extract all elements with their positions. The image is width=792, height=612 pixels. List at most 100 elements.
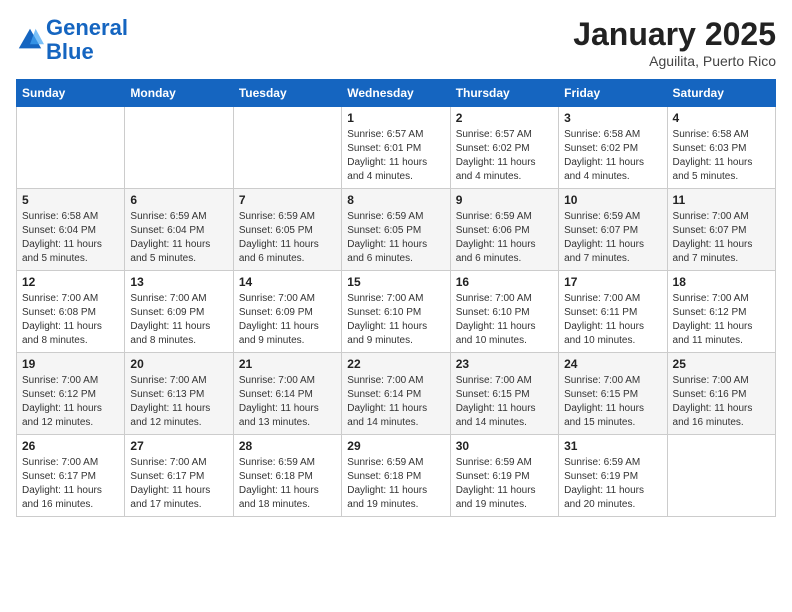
day-number: 20 <box>130 357 227 371</box>
calendar-cell: 14 Sunrise: 7:00 AM Sunset: 6:09 PM Dayli… <box>233 271 341 353</box>
day-info: Sunrise: 7:00 AM Sunset: 6:07 PM Dayligh… <box>673 210 770 266</box>
location-subtitle: Aguilita, Puerto Rico <box>573 53 776 69</box>
calendar-week-row: 19 Sunrise: 7:00 AM Sunset: 6:12 PM Dayli… <box>17 353 776 435</box>
calendar-cell: 18 Sunrise: 7:00 AM Sunset: 6:12 PM Dayli… <box>667 271 775 353</box>
page-header: General Blue January 2025 Aguilita, Puer… <box>16 16 776 69</box>
calendar-cell: 7Sunrise: 6:59 AM Sunset: 6:05 PM Daylig… <box>233 189 341 271</box>
day-info: Sunrise: 7:00 AM Sunset: 6:14 PM Dayligh… <box>239 374 336 430</box>
calendar-cell: 30 Sunrise: 6:59 AM Sunset: 6:19 PM Dayli… <box>450 435 558 517</box>
day-number: 31 <box>564 439 661 453</box>
day-number: 14 <box>239 275 336 289</box>
day-number: 25 <box>673 357 770 371</box>
day-info: Sunrise: 7:00 AM Sunset: 6:13 PM Dayligh… <box>130 374 227 430</box>
day-header-thursday: Thursday <box>450 80 558 107</box>
day-info: Sunrise: 7:00 AM Sunset: 6:10 PM Dayligh… <box>347 292 444 348</box>
day-header-saturday: Saturday <box>667 80 775 107</box>
calendar-cell: 26Sunrise: 7:00 AM Sunset: 6:17 PM Dayli… <box>17 435 125 517</box>
day-number: 18 <box>673 275 770 289</box>
day-info: Sunrise: 6:59 AM Sunset: 6:05 PM Dayligh… <box>347 210 444 266</box>
calendar-cell <box>125 107 233 189</box>
day-number: 22 <box>347 357 444 371</box>
calendar-cell: 31 Sunrise: 6:59 AM Sunset: 6:19 PM Dayli… <box>559 435 667 517</box>
day-info: Sunrise: 6:59 AM Sunset: 6:18 PM Dayligh… <box>239 456 336 512</box>
title-block: January 2025 Aguilita, Puerto Rico <box>573 16 776 69</box>
day-info: Sunrise: 7:00 AM Sunset: 6:11 PM Dayligh… <box>564 292 661 348</box>
day-info: Sunrise: 6:59 AM Sunset: 6:04 PM Dayligh… <box>130 210 227 266</box>
day-info: Sunrise: 7:00 AM Sunset: 6:08 PM Dayligh… <box>22 292 119 348</box>
day-number: 16 <box>456 275 553 289</box>
day-info: Sunrise: 7:00 AM Sunset: 6:17 PM Dayligh… <box>22 456 119 512</box>
calendar-cell: 28Sunrise: 6:59 AM Sunset: 6:18 PM Dayli… <box>233 435 341 517</box>
calendar-cell: 2 Sunrise: 6:57 AM Sunset: 6:02 PM Daylig… <box>450 107 558 189</box>
calendar-cell: 12 Sunrise: 7:00 AM Sunset: 6:08 PM Dayli… <box>17 271 125 353</box>
day-number: 27 <box>130 439 227 453</box>
day-header-friday: Friday <box>559 80 667 107</box>
day-number: 30 <box>456 439 553 453</box>
day-info: Sunrise: 7:00 AM Sunset: 6:12 PM Dayligh… <box>22 374 119 430</box>
calendar-header-row: SundayMondayTuesdayWednesdayThursdayFrid… <box>17 80 776 107</box>
logo-line1: General <box>46 15 128 40</box>
day-info: Sunrise: 6:59 AM Sunset: 6:07 PM Dayligh… <box>564 210 661 266</box>
day-header-wednesday: Wednesday <box>342 80 450 107</box>
day-info: Sunrise: 6:57 AM Sunset: 6:01 PM Dayligh… <box>347 128 444 184</box>
day-info: Sunrise: 6:58 AM Sunset: 6:03 PM Dayligh… <box>673 128 770 184</box>
calendar-cell: 17 Sunrise: 7:00 AM Sunset: 6:11 PM Dayli… <box>559 271 667 353</box>
logo-line2: Blue <box>46 39 94 64</box>
calendar-cell: 3Sunrise: 6:58 AM Sunset: 6:02 PM Daylig… <box>559 107 667 189</box>
day-number: 2 <box>456 111 553 125</box>
day-info: Sunrise: 6:57 AM Sunset: 6:02 PM Dayligh… <box>456 128 553 184</box>
day-info: Sunrise: 7:00 AM Sunset: 6:09 PM Dayligh… <box>130 292 227 348</box>
calendar-cell: 10Sunrise: 6:59 AM Sunset: 6:07 PM Dayli… <box>559 189 667 271</box>
day-info: Sunrise: 6:59 AM Sunset: 6:19 PM Dayligh… <box>456 456 553 512</box>
calendar-cell: 23Sunrise: 7:00 AM Sunset: 6:15 PM Dayli… <box>450 353 558 435</box>
day-info: Sunrise: 7:00 AM Sunset: 6:14 PM Dayligh… <box>347 374 444 430</box>
calendar-cell: 27 Sunrise: 7:00 AM Sunset: 6:17 PM Dayli… <box>125 435 233 517</box>
day-number: 3 <box>564 111 661 125</box>
calendar-week-row: 5 Sunrise: 6:58 AM Sunset: 6:04 PM Daylig… <box>17 189 776 271</box>
day-number: 9 <box>456 193 553 207</box>
day-number: 12 <box>22 275 119 289</box>
calendar-cell: 29 Sunrise: 6:59 AM Sunset: 6:18 PM Dayli… <box>342 435 450 517</box>
logo-icon <box>16 26 44 54</box>
day-number: 17 <box>564 275 661 289</box>
day-info: Sunrise: 6:59 AM Sunset: 6:06 PM Dayligh… <box>456 210 553 266</box>
day-header-sunday: Sunday <box>17 80 125 107</box>
day-number: 4 <box>673 111 770 125</box>
calendar-cell: 22 Sunrise: 7:00 AM Sunset: 6:14 PM Dayli… <box>342 353 450 435</box>
calendar-cell <box>233 107 341 189</box>
calendar-cell: 6 Sunrise: 6:59 AM Sunset: 6:04 PM Daylig… <box>125 189 233 271</box>
day-number: 8 <box>347 193 444 207</box>
day-number: 5 <box>22 193 119 207</box>
calendar-week-row: 26Sunrise: 7:00 AM Sunset: 6:17 PM Dayli… <box>17 435 776 517</box>
day-number: 15 <box>347 275 444 289</box>
calendar-cell <box>17 107 125 189</box>
calendar-cell: 21 Sunrise: 7:00 AM Sunset: 6:14 PM Dayli… <box>233 353 341 435</box>
calendar-cell: 9 Sunrise: 6:59 AM Sunset: 6:06 PM Daylig… <box>450 189 558 271</box>
logo-text: General Blue <box>46 16 128 64</box>
day-info: Sunrise: 7:00 AM Sunset: 6:09 PM Dayligh… <box>239 292 336 348</box>
day-info: Sunrise: 6:58 AM Sunset: 6:04 PM Dayligh… <box>22 210 119 266</box>
calendar-cell <box>667 435 775 517</box>
day-number: 11 <box>673 193 770 207</box>
calendar-cell: 24Sunrise: 7:00 AM Sunset: 6:15 PM Dayli… <box>559 353 667 435</box>
calendar-cell: 5 Sunrise: 6:58 AM Sunset: 6:04 PM Daylig… <box>17 189 125 271</box>
logo: General Blue <box>16 16 128 64</box>
day-info: Sunrise: 6:59 AM Sunset: 6:19 PM Dayligh… <box>564 456 661 512</box>
day-number: 6 <box>130 193 227 207</box>
calendar-table: SundayMondayTuesdayWednesdayThursdayFrid… <box>16 79 776 517</box>
day-number: 29 <box>347 439 444 453</box>
day-number: 21 <box>239 357 336 371</box>
calendar-week-row: 1Sunrise: 6:57 AM Sunset: 6:01 PM Daylig… <box>17 107 776 189</box>
day-info: Sunrise: 7:00 AM Sunset: 6:12 PM Dayligh… <box>673 292 770 348</box>
calendar-cell: 19 Sunrise: 7:00 AM Sunset: 6:12 PM Dayli… <box>17 353 125 435</box>
day-header-tuesday: Tuesday <box>233 80 341 107</box>
day-number: 13 <box>130 275 227 289</box>
day-info: Sunrise: 7:00 AM Sunset: 6:16 PM Dayligh… <box>673 374 770 430</box>
day-header-monday: Monday <box>125 80 233 107</box>
calendar-body: 1Sunrise: 6:57 AM Sunset: 6:01 PM Daylig… <box>17 107 776 517</box>
day-info: Sunrise: 6:59 AM Sunset: 6:18 PM Dayligh… <box>347 456 444 512</box>
day-info: Sunrise: 7:00 AM Sunset: 6:17 PM Dayligh… <box>130 456 227 512</box>
day-number: 19 <box>22 357 119 371</box>
calendar-cell: 11 Sunrise: 7:00 AM Sunset: 6:07 PM Dayli… <box>667 189 775 271</box>
day-number: 23 <box>456 357 553 371</box>
